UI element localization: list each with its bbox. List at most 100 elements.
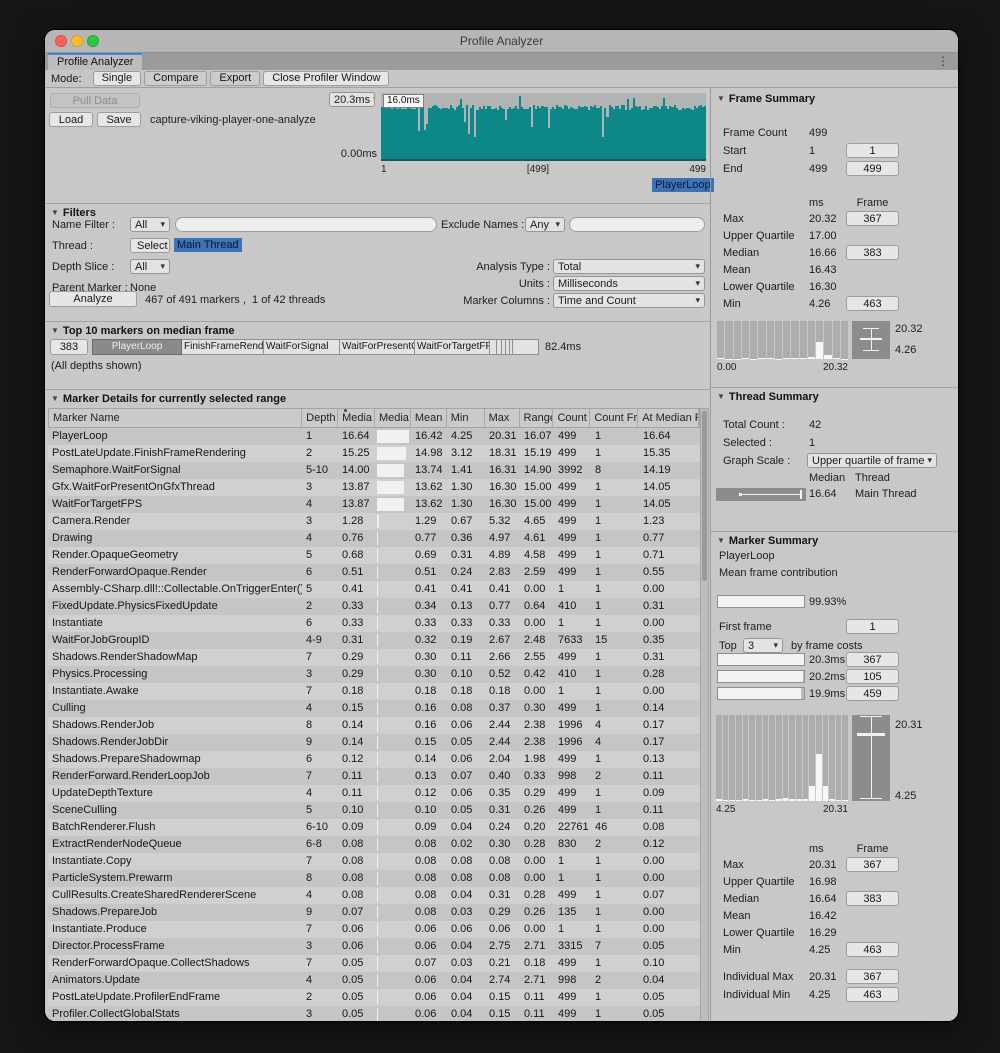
goto-frame-button[interactable]: 463 (846, 987, 899, 1002)
exclude-mode-dropdown[interactable]: Any▾ (525, 217, 565, 232)
goto-frame-button[interactable]: 367 (846, 857, 899, 872)
marker-row[interactable]: Instantiate60.330.330.330.330.00110.00 (48, 615, 700, 632)
end-frame-button[interactable]: 499 (846, 161, 899, 176)
marker-row[interactable]: Drawing40.760.770.364.974.6149910.77 (48, 530, 700, 547)
column-header-media[interactable]: Media (338, 409, 375, 427)
top10-segment-WaitForTargetFPS[interactable]: WaitForTargetFPS (415, 339, 490, 355)
marker-details-header[interactable]: ▼Marker Details for currently selected r… (51, 393, 286, 405)
marker-row[interactable]: PlayerLoop116.6416.424.2520.3116.0749911… (48, 428, 700, 445)
marker-row[interactable]: Physics.Processing30.290.300.100.520.424… (48, 666, 700, 683)
kebab-menu-icon[interactable]: ⋮ (937, 54, 949, 68)
name-filter-mode-dropdown[interactable]: All▾ (130, 217, 170, 232)
column-header-max[interactable]: Max (485, 409, 520, 427)
title-bar[interactable]: Profile Analyzer (45, 30, 958, 53)
goto-frame-button[interactable]: 463 (846, 296, 899, 311)
column-header-range[interactable]: Range (520, 409, 554, 427)
marker-row[interactable]: PostLateUpdate.FinishFrameRendering215.2… (48, 445, 700, 462)
marker-row[interactable]: Animators.Update40.050.060.042.742.71998… (48, 972, 700, 989)
column-header-min[interactable]: Min (447, 409, 485, 427)
marker-row[interactable]: Render.OpaqueGeometry50.680.690.314.894.… (48, 547, 700, 564)
marker-columns-dropdown[interactable]: Time and Count▾ (553, 293, 705, 308)
close-profiler-window-button[interactable]: Close Profiler Window (263, 71, 389, 86)
column-header-marker-name[interactable]: Marker Name (49, 409, 302, 427)
marker-row[interactable]: CullResults.CreateSharedRendererScene40.… (48, 887, 700, 904)
top10-header[interactable]: ▼Top 10 markers on median frame (51, 325, 235, 337)
goto-frame-button[interactable]: 459 (846, 686, 899, 701)
table-header-row[interactable]: Marker NameDepthMediaMediaMeanMinMaxRang… (48, 408, 700, 428)
marker-row[interactable]: Shadows.RenderJobDir90.140.150.052.442.3… (48, 734, 700, 751)
graph-scale-mode-dropdown[interactable]: Upper quartile of frame ti▾ (807, 453, 937, 468)
mode-export-button[interactable]: Export (210, 71, 260, 86)
analyze-button[interactable]: Analyze (49, 291, 137, 307)
marker-row[interactable]: RenderForward.RenderLoopJob70.110.130.07… (48, 768, 700, 785)
marker-summary-header[interactable]: ▼Marker Summary (717, 535, 818, 547)
column-header-count[interactable]: Count (553, 409, 590, 427)
exclude-names-input[interactable] (569, 217, 705, 232)
marker-row[interactable]: Instantiate.Copy70.080.080.080.080.00110… (48, 853, 700, 870)
marker-row[interactable]: Assembly-CSharp.dll!::Collectable.OnTrig… (48, 581, 700, 598)
marker-row[interactable]: WaitForJobGroupID4-90.310.320.192.672.48… (48, 632, 700, 649)
goto-frame-button[interactable]: 367 (846, 969, 899, 984)
marker-row[interactable]: RenderForwardOpaque.Render60.510.510.242… (48, 564, 700, 581)
top-n-dropdown[interactable]: 3▾ (743, 638, 783, 653)
marker-row[interactable]: PostLateUpdate.ProfilerEndFrame20.050.06… (48, 989, 700, 1006)
goto-frame-button[interactable]: 383 (846, 245, 899, 260)
selected-marker-chip[interactable]: PlayerLoop (652, 178, 714, 192)
thread-select-button[interactable]: Select (130, 238, 170, 253)
first-frame-button[interactable]: 1 (846, 619, 899, 634)
marker-row[interactable]: Shadows.RenderShadowMap70.290.300.112.66… (48, 649, 700, 666)
thread-range-plot[interactable] (716, 488, 806, 501)
top10-segment[interactable] (513, 339, 539, 355)
marker-row[interactable]: Shadows.PrepareJob90.070.080.030.290.261… (48, 904, 700, 921)
frame-boxplot[interactable] (852, 321, 890, 359)
marker-row[interactable]: Gfx.WaitForPresentOnGfxThread313.8713.62… (48, 479, 700, 496)
frame-time-graph[interactable] (381, 93, 706, 161)
goto-frame-button[interactable]: 383 (846, 891, 899, 906)
marker-row[interactable]: FixedUpdate.PhysicsFixedUpdate20.330.340… (48, 598, 700, 615)
goto-frame-button[interactable]: 367 (846, 211, 899, 226)
top10-segment-PlayerLoop[interactable]: PlayerLoop (92, 339, 182, 355)
top10-segment-WaitForPresentOnG[interactable]: WaitForPresentOnG (340, 339, 415, 355)
top10-bar[interactable]: PlayerLoopFinishFrameRenderinWaitForSign… (92, 339, 581, 355)
marker-row[interactable]: UpdateDepthTexture40.110.120.060.350.294… (48, 785, 700, 802)
thread-summary-header[interactable]: ▼Thread Summary (717, 391, 819, 403)
top10-segment-WaitForSignal[interactable]: WaitForSignal (264, 339, 340, 355)
load-button[interactable]: Load (49, 112, 93, 127)
marker-row[interactable]: Director.ProcessFrame30.060.060.042.752.… (48, 938, 700, 955)
marker-boxplot[interactable] (852, 715, 890, 801)
marker-row[interactable]: Shadows.PrepareShadowmap60.120.140.062.0… (48, 751, 700, 768)
analysis-type-dropdown[interactable]: Total▾ (553, 259, 705, 274)
pull-data-button[interactable]: Pull Data (50, 93, 140, 108)
marker-time-histogram[interactable] (716, 715, 848, 801)
column-header-depth[interactable]: Depth (302, 409, 338, 427)
column-header-mean[interactable]: Mean (411, 409, 447, 427)
name-filter-input[interactable] (175, 217, 437, 232)
frame-time-histogram[interactable] (717, 321, 848, 359)
mode-single-button[interactable]: Single (93, 71, 142, 86)
column-header-at-median-f[interactable]: At Median F (638, 409, 699, 427)
marker-row[interactable]: ExtractRenderNodeQueue6-80.080.080.020.3… (48, 836, 700, 853)
top10-frame-button[interactable]: 383 (50, 339, 88, 355)
marker-row[interactable]: WaitForTargetFPS413.8713.621.3016.3015.0… (48, 496, 700, 513)
goto-frame-button[interactable]: 463 (846, 942, 899, 957)
column-header-media[interactable]: Media (375, 409, 411, 427)
top10-segment[interactable] (490, 339, 497, 355)
units-dropdown[interactable]: Milliseconds▾ (553, 276, 705, 291)
top10-segment-FinishFrameRenderin[interactable]: FinishFrameRenderin (182, 339, 264, 355)
save-button[interactable]: Save (97, 112, 141, 127)
marker-row[interactable]: Semaphore.WaitForSignal5-1014.0013.741.4… (48, 462, 700, 479)
tab-profile-analyzer[interactable]: Profile Analyzer (48, 53, 142, 70)
marker-row[interactable]: SceneCulling50.100.100.050.310.2649910.1… (48, 802, 700, 819)
marker-row[interactable]: Shadows.RenderJob80.140.160.062.442.3819… (48, 717, 700, 734)
filters-header[interactable]: ▼Filters (51, 207, 96, 219)
marker-row[interactable]: BatchRenderer.Flush6-100.090.090.040.240… (48, 819, 700, 836)
scrollbar-thumb[interactable] (702, 411, 707, 581)
marker-row[interactable]: Instantiate.Awake70.180.180.180.180.0011… (48, 683, 700, 700)
start-frame-button[interactable]: 1 (846, 143, 899, 158)
goto-frame-button[interactable]: 105 (846, 669, 899, 684)
graph-scale-dropdown[interactable]: 20.3ms▾ (329, 92, 375, 107)
marker-row[interactable]: Camera.Render31.281.290.675.324.6549911.… (48, 513, 700, 530)
marker-row[interactable]: ParticleSystem.Prewarm80.080.080.080.080… (48, 870, 700, 887)
marker-row[interactable]: Instantiate.Produce70.060.060.060.060.00… (48, 921, 700, 938)
column-header-count-fra[interactable]: Count Fra (590, 409, 638, 427)
